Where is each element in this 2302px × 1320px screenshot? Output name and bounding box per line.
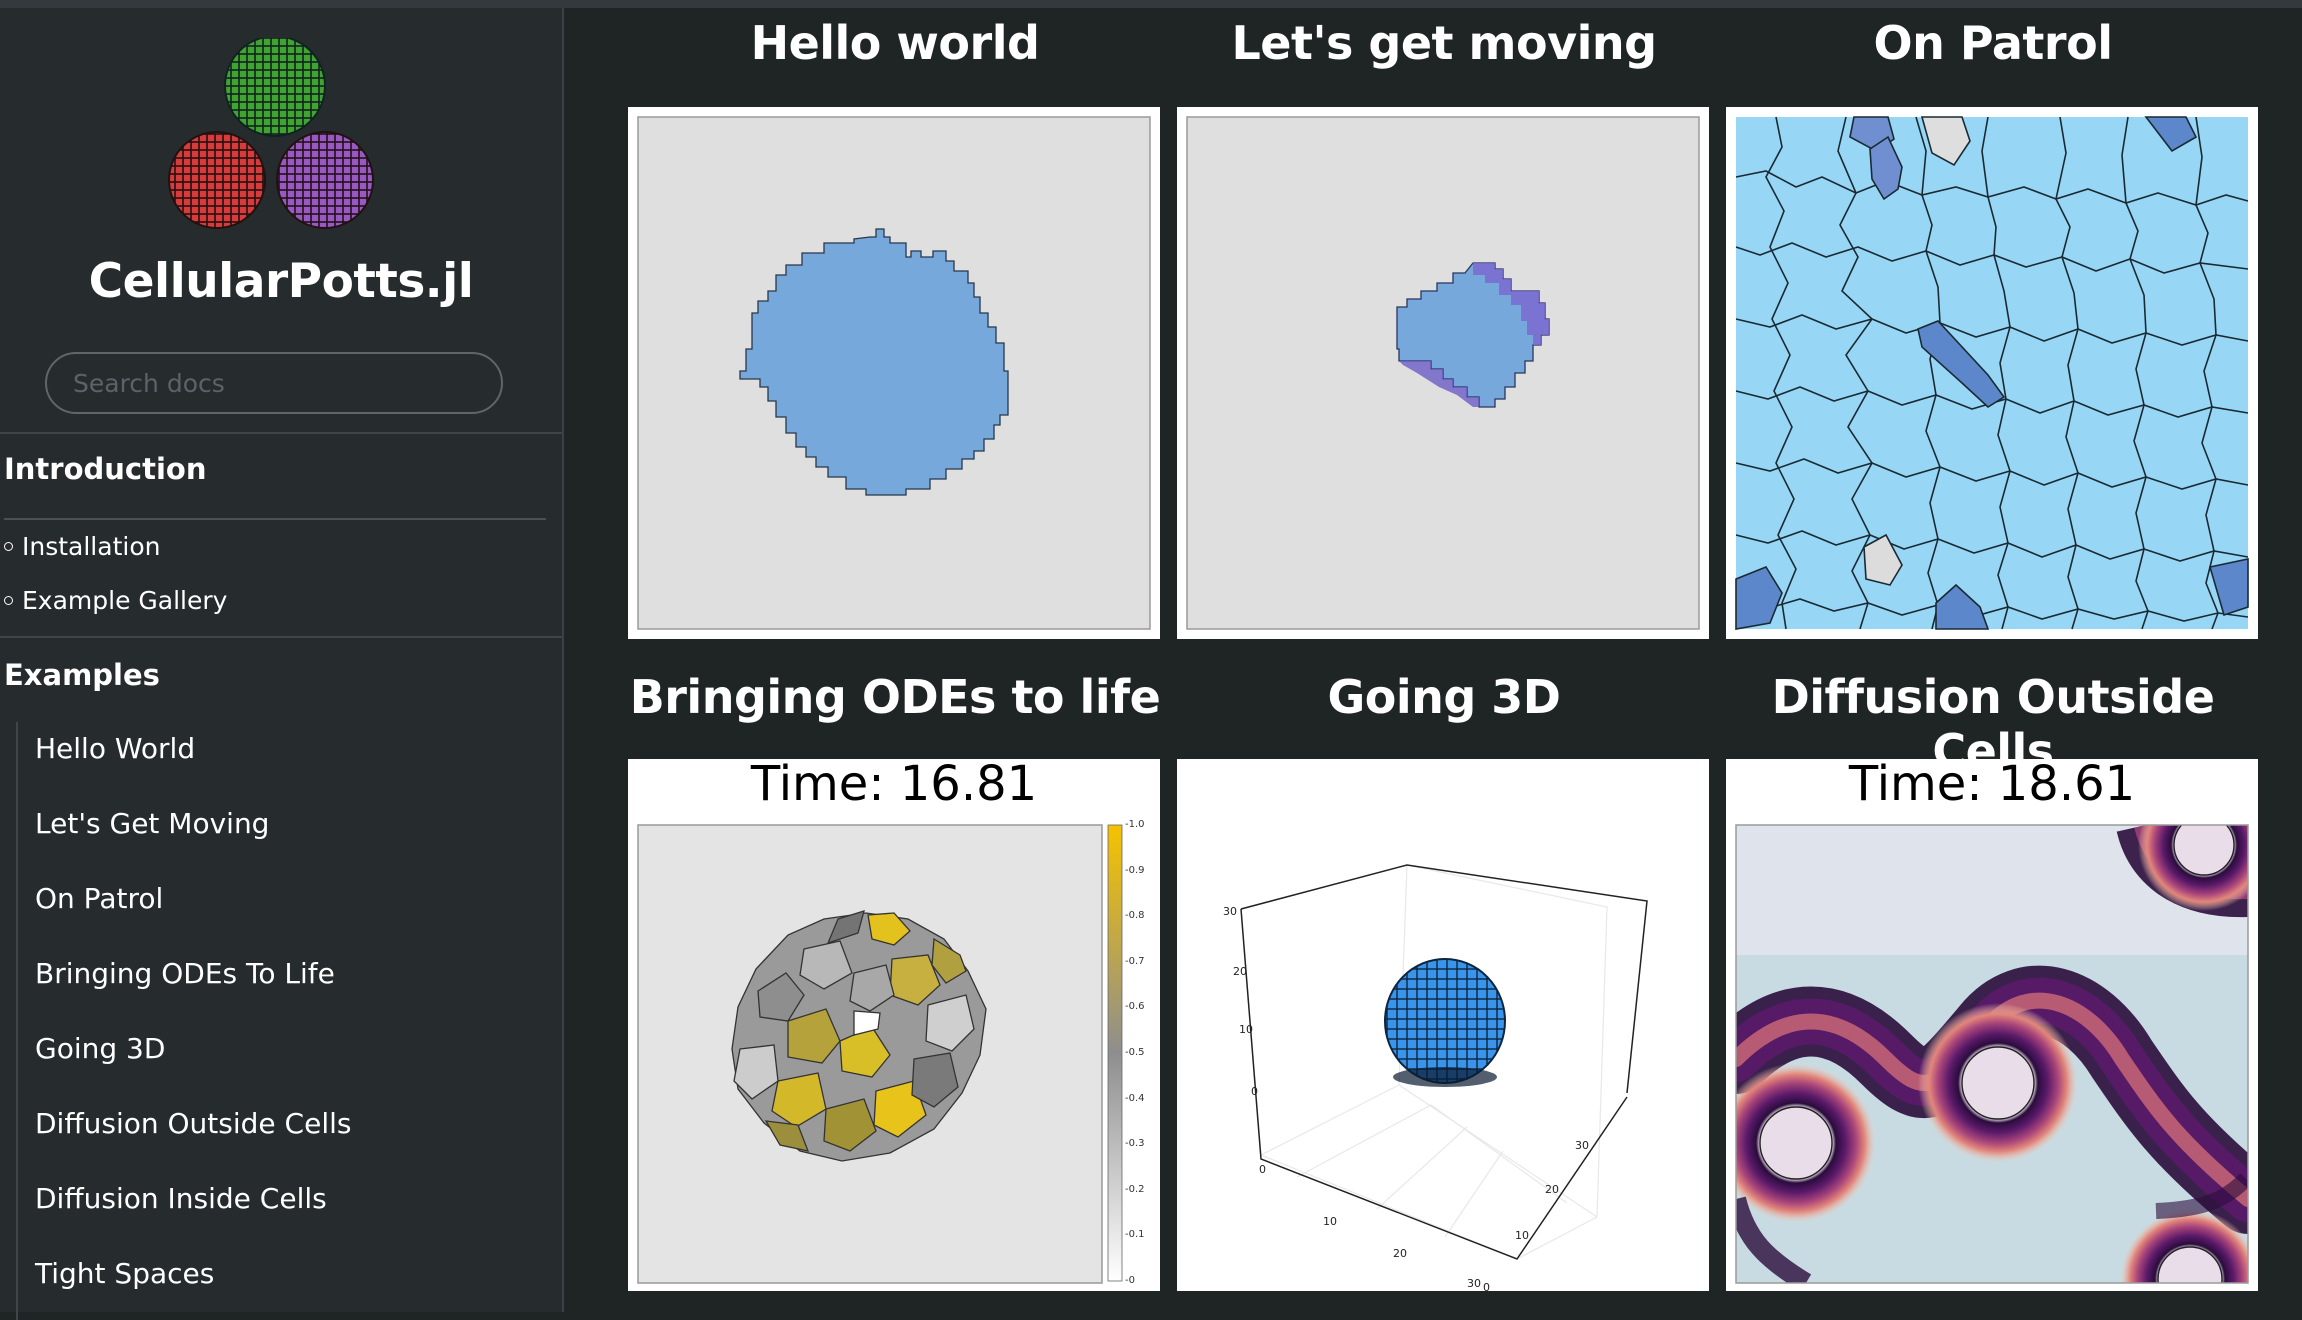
- z-axis-tick: 20: [1233, 965, 1247, 978]
- on-patrol-image: [1735, 116, 2249, 630]
- z-axis-tick: 0: [1251, 1085, 1258, 1098]
- sidebar-item-diffusion-outside[interactable]: Diffusion Outside Cells: [35, 1107, 351, 1140]
- y-axis-tick: 0: [1483, 1281, 1490, 1291]
- section-examples[interactable]: Examples: [4, 658, 160, 692]
- gallery-card-going-3d[interactable]: 30 20 10 0 0 10 20 30 0 10 20 30: [1177, 759, 1709, 1291]
- colorbar-tick-label: -0.7: [1125, 955, 1145, 967]
- z-axis-tick: 10: [1239, 1023, 1253, 1036]
- section-introduction[interactable]: Introduction: [4, 452, 207, 486]
- sidebar-item-on-patrol[interactable]: On Patrol: [35, 882, 163, 915]
- y-axis-tick: 30: [1575, 1139, 1589, 1152]
- sidebar-item-hello-world[interactable]: Hello World: [35, 732, 195, 765]
- toc-label: Example Gallery: [22, 586, 228, 615]
- colorbar-ticks: -1.0 -0.9 -0.8 -0.7 -0.6 -0.5 -0.4 -0.3 -0.2 -0.1…: [1125, 819, 1159, 1289]
- hello-world-image: [637, 116, 1151, 630]
- divider: [0, 432, 562, 434]
- colorbar-tick-label: -0.5: [1125, 1047, 1145, 1058]
- divider: [0, 636, 562, 638]
- colorbar-tick-label: -0.3: [1125, 1138, 1145, 1150]
- gallery-card-hello-world[interactable]: [628, 107, 1160, 639]
- gallery-card-on-patrol[interactable]: [1726, 107, 2258, 639]
- bullet-icon: [4, 542, 13, 551]
- card-title[interactable]: On Patrol: [1723, 16, 2263, 70]
- colorbar-tick-label: -0.6: [1125, 1001, 1145, 1013]
- colorbar: [1107, 824, 1123, 1282]
- diffusion-outside-image: [1735, 824, 2249, 1284]
- colorbar-tick-label: -1.0: [1125, 819, 1145, 830]
- sidebar-item-going-3d[interactable]: Going 3D: [35, 1032, 165, 1065]
- julia-logo[interactable]: [167, 38, 383, 238]
- colorbar-tick-label: -0: [1125, 1275, 1135, 1286]
- lets-get-moving-image: [1186, 116, 1700, 630]
- sidebar-item-lets-get-moving[interactable]: Let's Get Moving: [35, 807, 269, 840]
- x-axis-tick: 0: [1259, 1163, 1266, 1176]
- gallery-card-bringing-odes[interactable]: Time: 16.81 -1.0 -0.9 -0.8 -0.7 -0.6 -0.…: [628, 759, 1160, 1291]
- card-title[interactable]: Hello world: [625, 16, 1165, 70]
- card-title[interactable]: Let's get moving: [1174, 16, 1714, 70]
- divider: [4, 518, 546, 520]
- colorbar-tick-label: -0.4: [1125, 1092, 1145, 1104]
- colorbar-tick-label: -0.2: [1125, 1183, 1145, 1195]
- axis-ticks: 30 20 10 0 0 10 20 30 0 10 20 30: [1177, 759, 1709, 1291]
- top-bar: [0, 0, 2302, 8]
- y-axis-tick: 20: [1545, 1183, 1559, 1196]
- x-axis-tick: 20: [1393, 1247, 1407, 1260]
- card-title[interactable]: Bringing ODEs to life: [625, 670, 1165, 724]
- search-input[interactable]: [45, 352, 503, 414]
- toc-item-example-gallery[interactable]: Example Gallery: [4, 586, 227, 615]
- x-axis-tick: 10: [1323, 1215, 1337, 1228]
- colorbar-tick-label: -0.9: [1125, 864, 1145, 876]
- odes-image: [637, 824, 1123, 1284]
- y-axis-tick: 10: [1515, 1229, 1529, 1242]
- package-title[interactable]: CellularPotts.jl: [0, 254, 562, 309]
- sidebar: CellularPotts.jl Introduction Installati…: [0, 8, 564, 1320]
- sidebar-item-diffusion-inside[interactable]: Diffusion Inside Cells: [35, 1182, 327, 1215]
- gallery-card-lets-get-moving[interactable]: [1177, 107, 1709, 639]
- sidebar-item-tight-spaces[interactable]: Tight Spaces: [35, 1257, 214, 1290]
- card-title[interactable]: Going 3D: [1174, 670, 1714, 724]
- bullet-icon: [4, 596, 13, 605]
- sidebar-item-bringing-odes[interactable]: Bringing ODEs To Life: [35, 957, 335, 990]
- toc-item-installation[interactable]: Installation: [4, 532, 160, 561]
- z-axis-tick: 30: [1223, 905, 1237, 918]
- toc-label: Installation: [22, 532, 161, 561]
- colorbar-tick-label: -0.8: [1125, 910, 1145, 922]
- colorbar-tick-label: -0.1: [1125, 1229, 1145, 1241]
- gallery-card-diffusion-outside[interactable]: Time: 18.61: [1726, 759, 2258, 1291]
- examples-rail: [16, 722, 18, 1320]
- x-axis-tick: 30: [1467, 1277, 1481, 1290]
